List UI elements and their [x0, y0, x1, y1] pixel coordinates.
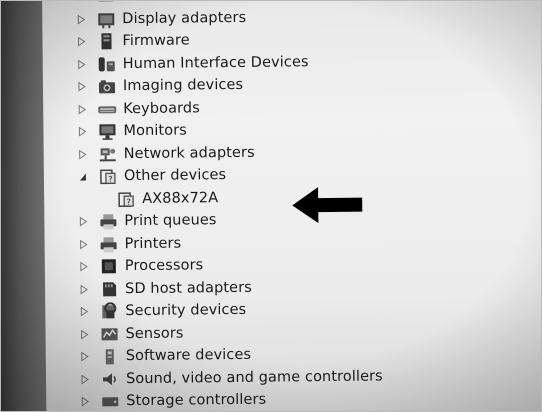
expand-closed-icon[interactable]	[77, 59, 87, 70]
expand-closed-icon[interactable]	[80, 329, 90, 340]
device-tree-label: Firmware	[122, 32, 190, 50]
expand-closed-icon[interactable]	[80, 351, 90, 362]
keyboard-icon	[97, 100, 117, 118]
device-tree-label: Disk drives	[122, 0, 203, 4]
software-device-icon	[100, 347, 120, 365]
printer-icon	[98, 212, 118, 230]
expand-closed-icon[interactable]	[76, 14, 86, 25]
svg-text:?: ?	[108, 175, 112, 184]
camera-icon	[97, 77, 117, 95]
display-adapter-icon	[96, 10, 116, 29]
disk-drive-icon	[96, 0, 116, 6]
expand-closed-icon[interactable]	[80, 396, 90, 407]
unknown-device-icon: ?	[98, 167, 118, 185]
sd-card-icon	[99, 280, 119, 298]
device-tree-label: AX88x72A	[142, 189, 219, 207]
photo-frame: Disk drives Display adapters Firmware Human…	[0, 0, 542, 412]
device-tree-category[interactable]: Storage controllers	[80, 386, 540, 412]
device-tree-label: Other devices	[123, 167, 227, 185]
expand-closed-icon[interactable]	[77, 104, 87, 115]
device-tree-label: Sensors	[125, 325, 184, 342]
monitor-icon	[97, 122, 117, 141]
device-tree-label: Sound, video and game controllers	[125, 368, 383, 387]
device-tree-label: Network adapters	[123, 144, 255, 162]
device-tree-label: Keyboards	[123, 100, 200, 117]
expand-closed-icon[interactable]	[76, 36, 86, 47]
device-tree-label: Human Interface Devices	[122, 53, 309, 72]
device-tree-label: Software devices	[125, 347, 252, 365]
device-tree-label: Imaging devices	[122, 77, 244, 95]
speaker-icon	[100, 370, 120, 388]
expand-closed-icon[interactable]	[78, 149, 88, 160]
expand-closed-icon[interactable]	[79, 284, 89, 295]
expand-open-icon[interactable]	[78, 172, 88, 182]
expand-closed-icon[interactable]	[79, 306, 89, 317]
security-icon	[99, 302, 119, 320]
printer-icon	[99, 235, 119, 253]
svg-text:?: ?	[127, 197, 131, 206]
device-tree-label: Display adapters	[122, 9, 247, 27]
expand-closed-icon[interactable]	[79, 261, 89, 272]
expand-closed-icon[interactable]	[78, 216, 88, 227]
processor-icon	[99, 257, 119, 275]
storage-icon	[100, 392, 120, 410]
arrow-left-icon	[292, 187, 363, 224]
device-manager-screen: Disk drives Display adapters Firmware Human…	[42, 0, 542, 412]
device-tree-label: Processors	[124, 257, 204, 275]
unknown-device-icon: ?	[116, 190, 136, 208]
expand-closed-icon[interactable]	[77, 81, 87, 92]
expand-closed-icon[interactable]	[79, 239, 89, 250]
device-tree-label: Security devices	[125, 302, 247, 320]
device-tree-label: SD host adapters	[125, 279, 252, 297]
expand-closed-icon[interactable]	[80, 374, 90, 385]
device-tree-label: Printers	[124, 235, 182, 252]
sensor-icon	[99, 325, 119, 343]
expand-closed-icon[interactable]	[76, 0, 86, 2]
device-tree-label: Print queues	[124, 212, 217, 230]
hid-icon	[97, 55, 117, 73]
network-icon	[98, 145, 118, 163]
device-tree-label: Monitors	[123, 122, 188, 140]
expand-closed-icon[interactable]	[77, 126, 87, 137]
device-tree-label: Storage controllers	[126, 391, 267, 410]
firmware-icon	[96, 32, 116, 50]
